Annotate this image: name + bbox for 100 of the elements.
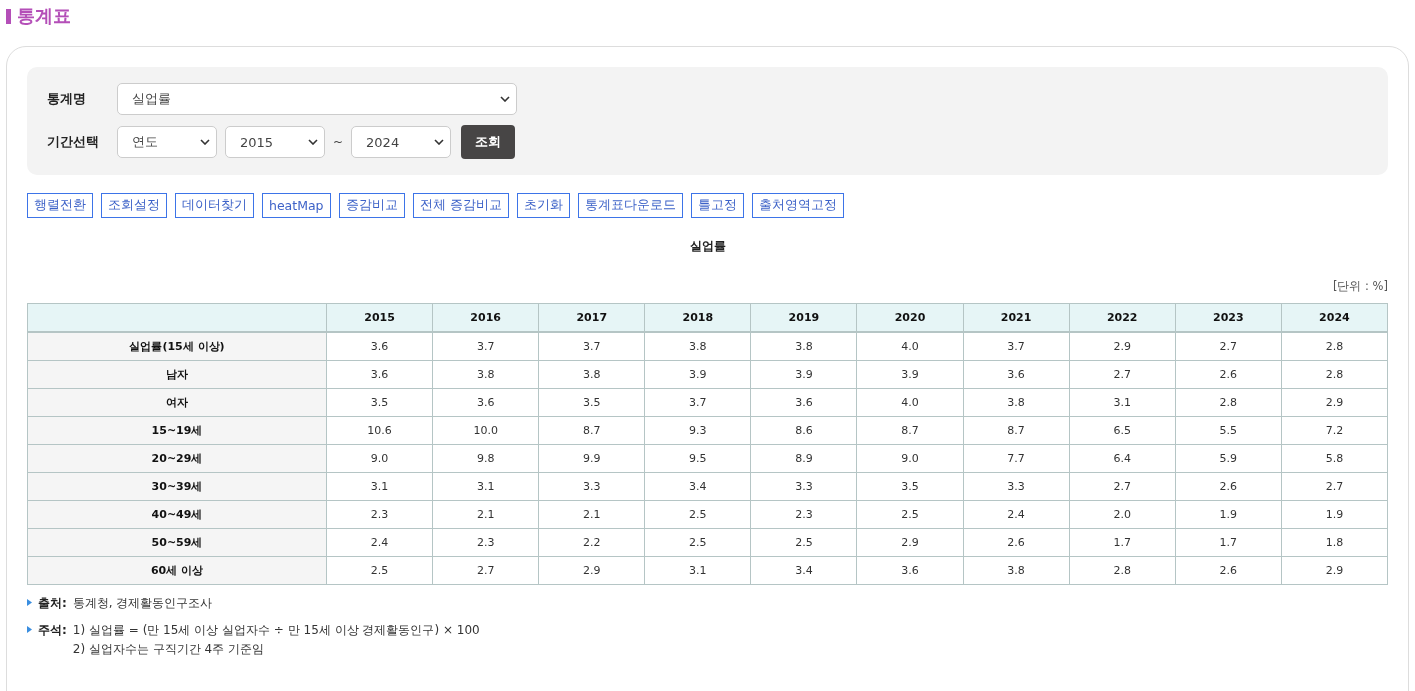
table-cell: 3.6 — [326, 332, 433, 361]
table-cell: 2.9 — [1281, 556, 1388, 585]
header-cell: 2017 — [538, 303, 645, 332]
table-cell: 3.3 — [538, 472, 645, 501]
table-cell: 3.8 — [644, 332, 751, 361]
table-cell: 3.1 — [432, 472, 539, 501]
table-cell: 9.0 — [326, 444, 433, 473]
table-cell: 3.9 — [644, 360, 751, 389]
tool-button[interactable]: 조회설정 — [101, 193, 167, 218]
table-cell: 1.9 — [1281, 500, 1388, 529]
table-cell: 2.9 — [1281, 388, 1388, 417]
table-cell: 4.0 — [856, 388, 964, 417]
table-cell: 8.7 — [538, 416, 645, 445]
table-cell: 2.7 — [1069, 360, 1176, 389]
chevron-down-icon — [500, 96, 510, 102]
chevron-down-icon — [200, 139, 210, 145]
source-label: 출처: — [38, 595, 67, 612]
table-cell: 8.7 — [856, 416, 964, 445]
table-cell: 5.5 — [1175, 416, 1282, 445]
header-cell: 2015 — [326, 303, 433, 332]
table-cell: 2.3 — [326, 500, 433, 529]
header-cell: 2023 — [1175, 303, 1282, 332]
header-cell: 2021 — [963, 303, 1070, 332]
table-cell: 3.6 — [432, 388, 539, 417]
row-header: 15~19세 — [27, 416, 327, 445]
row-header: 30~39세 — [27, 472, 327, 501]
from-year-select[interactable]: 2015 — [225, 126, 325, 158]
table-cell: 8.7 — [963, 416, 1070, 445]
table-cell: 10.6 — [326, 416, 433, 445]
table-cell: 5.8 — [1281, 444, 1388, 473]
header-cell: 2018 — [644, 303, 751, 332]
tool-button[interactable]: 출처영역고정 — [751, 193, 844, 218]
table-cell: 8.6 — [750, 416, 857, 445]
table-cell: 3.3 — [963, 472, 1070, 501]
table-cell: 3.8 — [963, 388, 1070, 417]
table-cell: 3.9 — [856, 360, 964, 389]
note-text: 2) 실업자수는 구직기간 4주 기준임 — [72, 641, 266, 658]
table-cell: 3.6 — [326, 360, 433, 389]
tool-button[interactable]: 전체 증감비교 — [412, 193, 509, 218]
table-cell: 1.7 — [1069, 528, 1176, 557]
table-cell: 3.5 — [538, 388, 645, 417]
tool-button[interactable]: 증감비교 — [338, 193, 405, 218]
source-text: 통계청, 경제활동인구조사 — [72, 595, 213, 612]
header-cell: 2024 — [1281, 303, 1388, 332]
table-cell: 6.5 — [1069, 416, 1176, 445]
table-cell: 3.7 — [432, 332, 539, 361]
to-year-select[interactable]: 2024 — [351, 126, 452, 158]
period-type-select[interactable]: 연도 — [117, 126, 217, 158]
table-cell: 2.9 — [538, 556, 645, 585]
table-cell: 2.6 — [1175, 360, 1282, 389]
table-cell: 3.4 — [644, 472, 751, 501]
table-cell: 8.9 — [750, 444, 857, 473]
table-cell: 3.7 — [538, 332, 645, 361]
search-button[interactable]: 조회 — [461, 125, 516, 159]
table-cell: 4.0 — [856, 332, 964, 361]
header-cell: 2019 — [750, 303, 857, 332]
page-title: 통계표 — [17, 4, 71, 28]
table-cell: 3.3 — [750, 472, 857, 501]
table-cell: 6.4 — [1069, 444, 1176, 473]
table-cell: 3.4 — [750, 556, 857, 585]
table-cell: 2.2 — [538, 528, 645, 557]
tool-button[interactable]: 행렬전환 — [27, 193, 93, 218]
table-cell: 3.6 — [750, 388, 857, 417]
row-header: 실업률(15세 이상) — [27, 332, 327, 361]
table-cell: 2.7 — [1175, 332, 1282, 361]
table-cell: 9.0 — [856, 444, 964, 473]
table-cell: 2.6 — [1175, 472, 1282, 501]
tool-button[interactable]: 틀고정 — [690, 193, 744, 218]
table-cell: 2.4 — [963, 500, 1070, 529]
table-cell: 2.4 — [326, 528, 433, 557]
table-cell: 3.1 — [1069, 388, 1176, 417]
table-cell: 2.5 — [644, 500, 751, 529]
tool-button[interactable]: heatMap — [262, 193, 331, 218]
tool-button[interactable]: 초기화 — [516, 193, 570, 218]
row-header: 20~29세 — [27, 444, 327, 473]
header-cell: 2022 — [1069, 303, 1176, 332]
table-cell: 3.5 — [856, 472, 964, 501]
row-header: 60세 이상 — [27, 556, 327, 585]
table-cell: 3.7 — [644, 388, 751, 417]
table-cell: 1.7 — [1175, 528, 1282, 557]
header-cell: 2020 — [856, 303, 964, 332]
table-cell: 2.8 — [1281, 332, 1388, 361]
bullet-icon — [27, 599, 32, 606]
table-cell: 2.3 — [750, 500, 857, 529]
table-cell: 3.8 — [750, 332, 857, 361]
table-cell: 1.8 — [1281, 528, 1388, 557]
header-cell: 2016 — [432, 303, 539, 332]
bullet-icon — [27, 626, 32, 633]
tool-button[interactable]: 데이터찾기 — [175, 193, 254, 218]
stat-select[interactable]: 실업률 — [117, 83, 517, 115]
row-header: 여자 — [27, 388, 327, 417]
tool-button[interactable]: 통계표다운로드 — [577, 193, 683, 218]
table-cell: 2.7 — [1281, 472, 1388, 501]
table-cell: 3.7 — [963, 332, 1070, 361]
table-cell: 2.9 — [1069, 332, 1176, 361]
table-cell: 2.5 — [750, 528, 857, 557]
table-cell: 2.8 — [1069, 556, 1176, 585]
table-cell: 2.1 — [538, 500, 645, 529]
note-text: 1) 실업률 = (만 15세 이상 실업자수 ÷ 만 15세 이상 경제활동인구) × 100 — [72, 622, 480, 639]
table-cell: 3.1 — [326, 472, 433, 501]
